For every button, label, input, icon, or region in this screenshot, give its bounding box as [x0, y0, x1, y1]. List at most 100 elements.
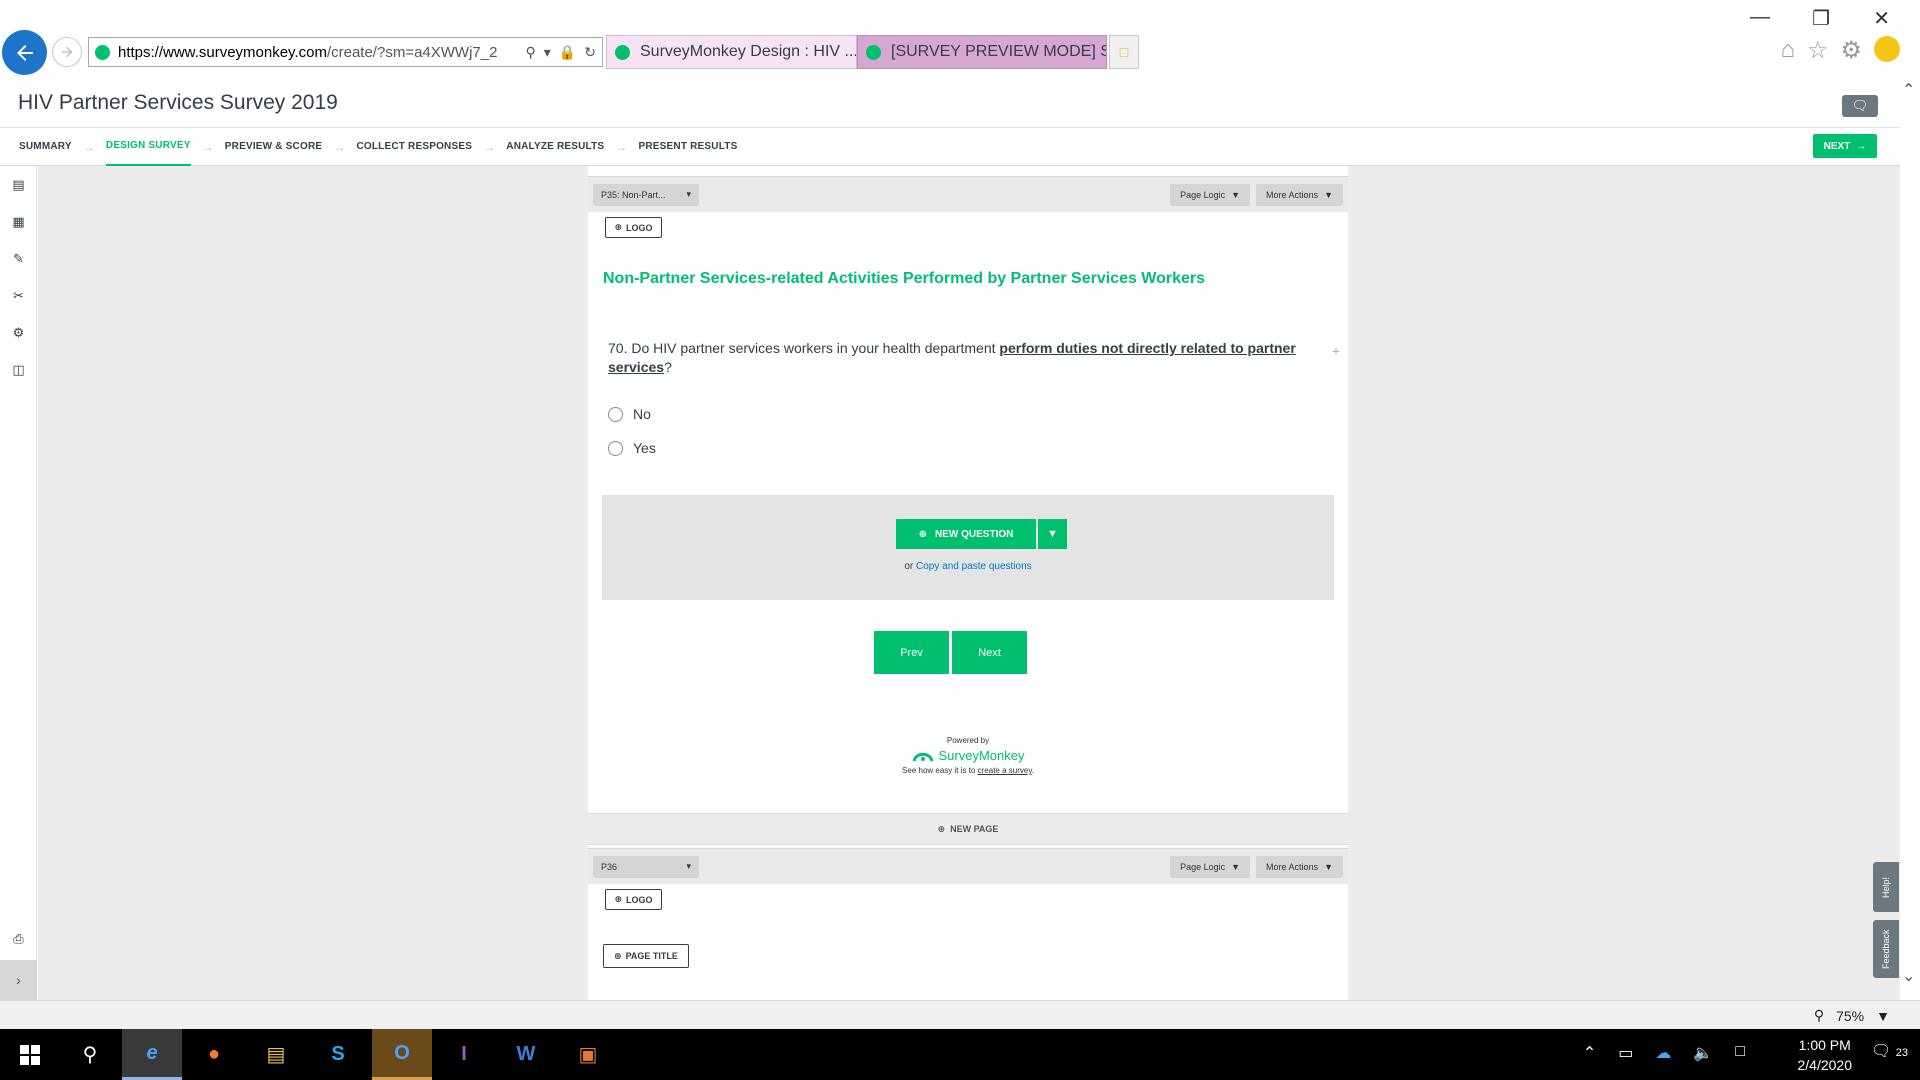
zoom-icon: ⚲ — [1813, 1007, 1825, 1023]
caret-down-icon: ▼ — [1047, 528, 1058, 540]
caret-down-icon: ▾ — [686, 861, 691, 871]
search-icon[interactable]: ⚲ — [526, 44, 536, 61]
file-explorer-icon[interactable]: ▤ — [246, 1029, 306, 1080]
page-title[interactable]: Non-Partner Services-related Activities … — [603, 270, 1205, 288]
new-question-dropdown[interactable]: ▼ — [1038, 519, 1067, 549]
action-center-button[interactable]: 🗨 23 — [1871, 1041, 1908, 1061]
home-icon[interactable]: ⌂ — [1780, 36, 1795, 65]
answer-option-yes[interactable]: Yes — [608, 440, 656, 456]
forward-arrow-icon — [61, 46, 73, 58]
dropdown-icon[interactable]: ▾ — [544, 44, 551, 61]
feedback-tab-label: Feedback — [1881, 929, 1891, 969]
add-logo-button[interactable]: ⊕ LOGO — [605, 217, 662, 238]
question-bank-icon[interactable]: ▦ — [0, 203, 37, 240]
survey-page-column: P35: Non-Part... ▾ Page Logic ▼ More Act… — [588, 166, 1348, 1000]
refresh-icon[interactable]: ↻ — [584, 44, 596, 61]
zoom-control[interactable]: ⚲ 75% ▼ — [1814, 1007, 1890, 1024]
image-viewer-icon[interactable]: ▣ — [558, 1029, 618, 1080]
outlook-icon[interactable]: O — [372, 1029, 432, 1080]
clock-date: 2/4/2020 — [1797, 1057, 1853, 1073]
surveymonkey-logo[interactable]: SurveyMonkey — [588, 748, 1348, 763]
radio-button[interactable] — [608, 406, 623, 422]
forward-button[interactable] — [52, 37, 82, 67]
add-logo-label: LOGO — [626, 222, 653, 233]
prev-page-button[interactable]: Prev — [874, 631, 949, 674]
back-button[interactable] — [2, 30, 47, 75]
search-icon[interactable]: ⚲ — [60, 1029, 120, 1080]
step-collect-responses[interactable]: COLLECT RESPONSES — [356, 128, 472, 166]
expand-rail-button[interactable]: › — [0, 960, 37, 1000]
more-actions-button[interactable]: More Actions ▼ — [1256, 855, 1343, 878]
create-survey-link[interactable]: create a survey — [978, 766, 1032, 775]
volume-icon[interactable]: 🔈 — [1693, 1043, 1713, 1063]
question-add-icon[interactable]: + — [1332, 343, 1340, 359]
next-page-button[interactable]: Next — [952, 631, 1027, 674]
page-select-p36[interactable]: P36 ▾ — [593, 855, 699, 878]
logic-branch-icon[interactable]: ✂ — [0, 277, 37, 314]
new-tab-button[interactable]: □ — [1109, 35, 1139, 69]
page-scrollbar[interactable] — [1900, 79, 1920, 1000]
more-actions-button[interactable]: More Actions ▼ — [1256, 183, 1343, 206]
minimize-icon[interactable]: — — [1750, 6, 1770, 29]
url-domain: https://www.surveymonkey.com — [118, 43, 327, 61]
add-logo-button[interactable]: ⊕ LOGO — [605, 889, 662, 910]
question-text[interactable]: 70. Do HIV partner services workers in y… — [608, 339, 1308, 377]
onedrive-cloud-icon[interactable]: ☁ — [1655, 1043, 1671, 1063]
copy-paste-line: or Copy and paste questions — [602, 561, 1334, 572]
infopath-icon[interactable]: I — [434, 1029, 494, 1080]
tray-overflow-icon[interactable]: ⌃ — [1583, 1043, 1596, 1063]
options-sliders-icon[interactable]: ⚙ — [0, 314, 37, 351]
page-select-label: P35: Non-Part... — [601, 189, 666, 200]
add-page-title-button[interactable]: ⊕ PAGE TITLE — [603, 944, 689, 968]
more-actions-label: More Actions — [1266, 189, 1319, 200]
word-icon[interactable]: W — [496, 1029, 556, 1080]
taskbar-clock[interactable]: 1:00 PM 2/4/2020 — [1798, 1035, 1853, 1075]
address-bar[interactable]: https://www.surveymonkey.com/create/?sm=… — [88, 37, 603, 67]
window-close-icon[interactable]: ✕ — [1873, 6, 1890, 31]
settings-gear-icon[interactable]: ⚙ — [1840, 36, 1862, 65]
scroll-down-icon[interactable]: ⌄ — [1902, 966, 1915, 986]
feedback-smiley-icon[interactable] — [1874, 36, 1900, 62]
scroll-up-icon[interactable]: ⌃ — [1902, 80, 1915, 100]
url-text[interactable]: https://www.surveymonkey.com/create/?sm=… — [118, 44, 518, 61]
browser-tab-preview[interactable]: [SURVEY PREVIEW MODE] Surv... — [857, 35, 1107, 69]
builder-icon[interactable]: ▤ — [0, 166, 37, 203]
restore-icon[interactable]: ❐ — [1812, 6, 1830, 31]
step-analyze-results[interactable]: ANALYZE RESULTS — [506, 128, 604, 166]
step-present-results[interactable]: PRESENT RESULTS — [639, 128, 738, 166]
firefox-icon[interactable]: ● — [184, 1029, 244, 1080]
surveymonkey-logo-icon — [912, 752, 933, 762]
format-grid-icon[interactable]: ◫ — [0, 351, 37, 388]
survey-canvas: P35: Non-Part... ▾ Page Logic ▼ More Act… — [38, 166, 1900, 1000]
style-pencil-icon[interactable]: ✎ — [0, 240, 37, 277]
lock-icon[interactable]: 🔒 — [559, 44, 576, 61]
step-summary[interactable]: SUMMARY — [19, 128, 72, 166]
caret-down-icon: ▼ — [1231, 861, 1241, 872]
help-tab[interactable]: Help! — [1873, 862, 1899, 912]
next-step-label: NEXT — [1823, 140, 1851, 152]
skype-icon[interactable]: S — [308, 1029, 368, 1080]
step-design-survey[interactable]: DESIGN SURVEY — [105, 128, 191, 166]
survey-title[interactable]: HIV Partner Services Survey 2019 — [18, 91, 338, 115]
favorites-star-icon[interactable]: ☆ — [1807, 36, 1829, 65]
answer-label: No — [633, 406, 651, 422]
page-select-p35[interactable]: P35: Non-Part... ▾ — [593, 183, 699, 206]
battery-icon[interactable]: ▭ — [1618, 1043, 1633, 1063]
comments-button[interactable]: 🗨 — [1842, 95, 1878, 117]
internet-explorer-icon[interactable]: e — [122, 1029, 182, 1080]
browser-tab-design[interactable]: SurveyMonkey Design : HIV ... × — [606, 35, 857, 69]
radio-button[interactable] — [608, 440, 623, 456]
start-button[interactable] — [0, 1029, 60, 1080]
page-logic-button[interactable]: Page Logic ▼ — [1170, 855, 1251, 878]
network-icon[interactable]: □ — [1735, 1043, 1745, 1063]
page-logic-button[interactable]: Page Logic ▼ — [1170, 183, 1251, 206]
answer-option-no[interactable]: No — [608, 406, 651, 422]
new-question-button[interactable]: ⊕ NEW QUESTION — [896, 519, 1036, 549]
feedback-tab[interactable]: Feedback — [1873, 920, 1899, 978]
new-page-button[interactable]: ⊕ NEW PAGE — [588, 813, 1348, 845]
step-preview-score[interactable]: PREVIEW & SCORE — [225, 128, 322, 166]
print-icon[interactable]: ⎙ — [0, 924, 37, 954]
url-path: /create/?sm=a4XWWj7_2 — [326, 43, 498, 61]
copy-paste-link[interactable]: Copy and paste questions — [916, 561, 1032, 572]
next-step-button[interactable]: NEXT → — [1813, 134, 1877, 158]
